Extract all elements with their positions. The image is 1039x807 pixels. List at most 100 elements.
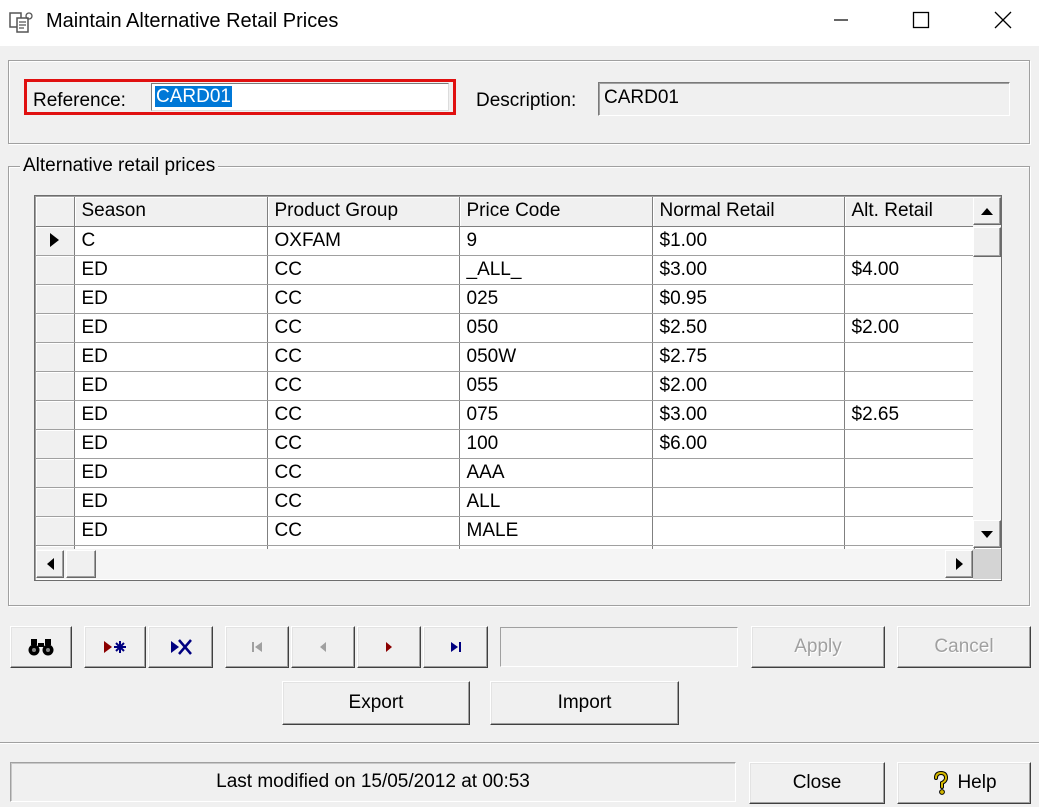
cell-normal-retail[interactable]: $3.00 bbox=[652, 400, 845, 430]
find-button[interactable] bbox=[10, 626, 72, 668]
cell-season[interactable]: ED bbox=[74, 487, 268, 517]
cell-price-code[interactable]: 075 bbox=[459, 400, 653, 430]
cell-price-code[interactable]: 050 bbox=[459, 313, 653, 343]
cell-price-code[interactable]: MALE bbox=[459, 516, 653, 546]
import-button[interactable]: Import bbox=[490, 681, 679, 725]
cell-price-code[interactable]: ALL bbox=[459, 487, 653, 517]
cell-product-group[interactable]: CC bbox=[267, 284, 460, 314]
cell-normal-retail[interactable] bbox=[652, 458, 845, 488]
cell-season[interactable]: ED bbox=[74, 516, 268, 546]
first-record-button[interactable] bbox=[225, 626, 289, 668]
cell-season[interactable]: ED bbox=[74, 371, 268, 401]
column-header-product-group[interactable]: Product Group bbox=[267, 197, 460, 227]
cell-normal-retail[interactable]: $6.00 bbox=[652, 429, 845, 459]
cell-alt-retail[interactable] bbox=[844, 371, 975, 401]
row-indicator[interactable] bbox=[36, 255, 75, 285]
table-row[interactable]: ED CC 050 $2.50 $2.00 bbox=[36, 313, 975, 343]
cell-alt-retail[interactable]: $2.00 bbox=[844, 313, 975, 343]
cell-normal-retail[interactable]: $2.75 bbox=[652, 342, 845, 372]
cell-season[interactable]: ED bbox=[74, 255, 268, 285]
cell-season[interactable]: ED bbox=[74, 313, 268, 343]
cell-normal-retail[interactable]: $3.00 bbox=[652, 255, 845, 285]
close-window-button[interactable] bbox=[980, 0, 1026, 40]
cell-product-group[interactable]: CC bbox=[267, 255, 460, 285]
scroll-left-button[interactable] bbox=[36, 550, 64, 578]
minimize-button[interactable] bbox=[818, 0, 864, 40]
last-record-button[interactable] bbox=[423, 626, 488, 668]
export-button[interactable]: Export bbox=[282, 681, 470, 725]
table-row[interactable]: ED CC ALL bbox=[36, 487, 975, 517]
row-indicator[interactable] bbox=[36, 342, 75, 372]
cell-normal-retail[interactable]: $2.50 bbox=[652, 313, 845, 343]
cell-season[interactable]: ED bbox=[74, 284, 268, 314]
cell-product-group[interactable]: CC bbox=[267, 342, 460, 372]
row-indicator[interactable] bbox=[36, 284, 75, 314]
row-indicator[interactable] bbox=[36, 429, 75, 459]
cell-product-group[interactable]: CC bbox=[267, 371, 460, 401]
column-header-normal-retail[interactable]: Normal Retail bbox=[652, 197, 845, 227]
cell-alt-retail[interactable] bbox=[844, 342, 975, 372]
cell-product-group[interactable]: CC bbox=[267, 516, 460, 546]
table-row[interactable]: ED CC _ALL_ $3.00 $4.00 bbox=[36, 255, 975, 285]
scroll-right-button[interactable] bbox=[945, 550, 973, 578]
cell-price-code[interactable]: 100 bbox=[459, 429, 653, 459]
horizontal-scroll-thumb[interactable] bbox=[66, 550, 96, 578]
column-header-price-code[interactable]: Price Code bbox=[459, 197, 653, 227]
cell-alt-retail[interactable]: $2.65 bbox=[844, 400, 975, 430]
table-row[interactable]: ED CC AAA bbox=[36, 458, 975, 488]
table-row[interactable]: C OXFAM 9 $1.00 bbox=[36, 226, 975, 256]
previous-record-button[interactable] bbox=[291, 626, 355, 668]
scroll-up-button[interactable] bbox=[973, 197, 1001, 225]
cell-normal-retail[interactable]: $2.00 bbox=[652, 371, 845, 401]
cell-normal-retail[interactable]: $1.00 bbox=[652, 226, 845, 256]
horizontal-scrollbar[interactable] bbox=[36, 549, 973, 579]
cell-product-group[interactable]: CC bbox=[267, 400, 460, 430]
column-header-season[interactable]: Season bbox=[74, 197, 268, 227]
cell-alt-retail[interactable] bbox=[844, 226, 975, 256]
row-indicator[interactable] bbox=[36, 458, 75, 488]
cell-alt-retail[interactable]: $4.00 bbox=[844, 255, 975, 285]
cell-price-code[interactable]: 055 bbox=[459, 371, 653, 401]
close-button[interactable]: Close bbox=[749, 762, 885, 804]
row-indicator[interactable] bbox=[36, 400, 75, 430]
cell-alt-retail[interactable] bbox=[844, 516, 975, 546]
row-indicator[interactable] bbox=[36, 313, 75, 343]
column-header-alt-retail[interactable]: Alt. Retail bbox=[844, 197, 975, 227]
cell-price-code[interactable]: 050W bbox=[459, 342, 653, 372]
cell-alt-retail[interactable] bbox=[844, 284, 975, 314]
cell-normal-retail[interactable]: $0.95 bbox=[652, 284, 845, 314]
row-indicator[interactable] bbox=[36, 487, 75, 517]
cell-season[interactable]: ED bbox=[74, 342, 268, 372]
vertical-scrollbar[interactable] bbox=[973, 197, 1001, 548]
table-row[interactable]: ED CC 025 $0.95 bbox=[36, 284, 975, 314]
table-row[interactable]: ED CC 100 $6.00 bbox=[36, 429, 975, 459]
table-row[interactable]: ED CC 075 $3.00 $2.65 bbox=[36, 400, 975, 430]
maximize-button[interactable] bbox=[898, 0, 944, 40]
cell-season[interactable]: ED bbox=[74, 429, 268, 459]
insert-record-button[interactable] bbox=[84, 626, 146, 668]
cell-season[interactable]: ED bbox=[74, 400, 268, 430]
cell-product-group[interactable]: CC bbox=[267, 313, 460, 343]
row-indicator[interactable] bbox=[36, 371, 75, 401]
cell-alt-retail[interactable] bbox=[844, 429, 975, 459]
delete-record-button[interactable] bbox=[148, 626, 213, 668]
cancel-button[interactable]: Cancel bbox=[897, 626, 1031, 668]
row-indicator[interactable] bbox=[36, 516, 75, 546]
cell-price-code[interactable]: _ALL_ bbox=[459, 255, 653, 285]
help-button[interactable]: Help bbox=[897, 762, 1031, 804]
cell-product-group[interactable]: CC bbox=[267, 429, 460, 459]
table-row[interactable]: ED CC 055 $2.00 bbox=[36, 371, 975, 401]
cell-price-code[interactable]: AAA bbox=[459, 458, 653, 488]
table-row[interactable]: ED CC MALE bbox=[36, 516, 975, 546]
cell-price-code[interactable]: 025 bbox=[459, 284, 653, 314]
cell-alt-retail[interactable] bbox=[844, 487, 975, 517]
vertical-scroll-thumb[interactable] bbox=[973, 227, 1001, 257]
cell-product-group[interactable]: CC bbox=[267, 487, 460, 517]
cell-product-group[interactable]: OXFAM bbox=[267, 226, 460, 256]
cell-season[interactable]: ED bbox=[74, 458, 268, 488]
next-record-button[interactable] bbox=[357, 626, 421, 668]
row-indicator[interactable] bbox=[36, 226, 75, 256]
cell-price-code[interactable]: 9 bbox=[459, 226, 653, 256]
cell-alt-retail[interactable] bbox=[844, 458, 975, 488]
table-row[interactable]: ED CC 050W $2.75 bbox=[36, 342, 975, 372]
